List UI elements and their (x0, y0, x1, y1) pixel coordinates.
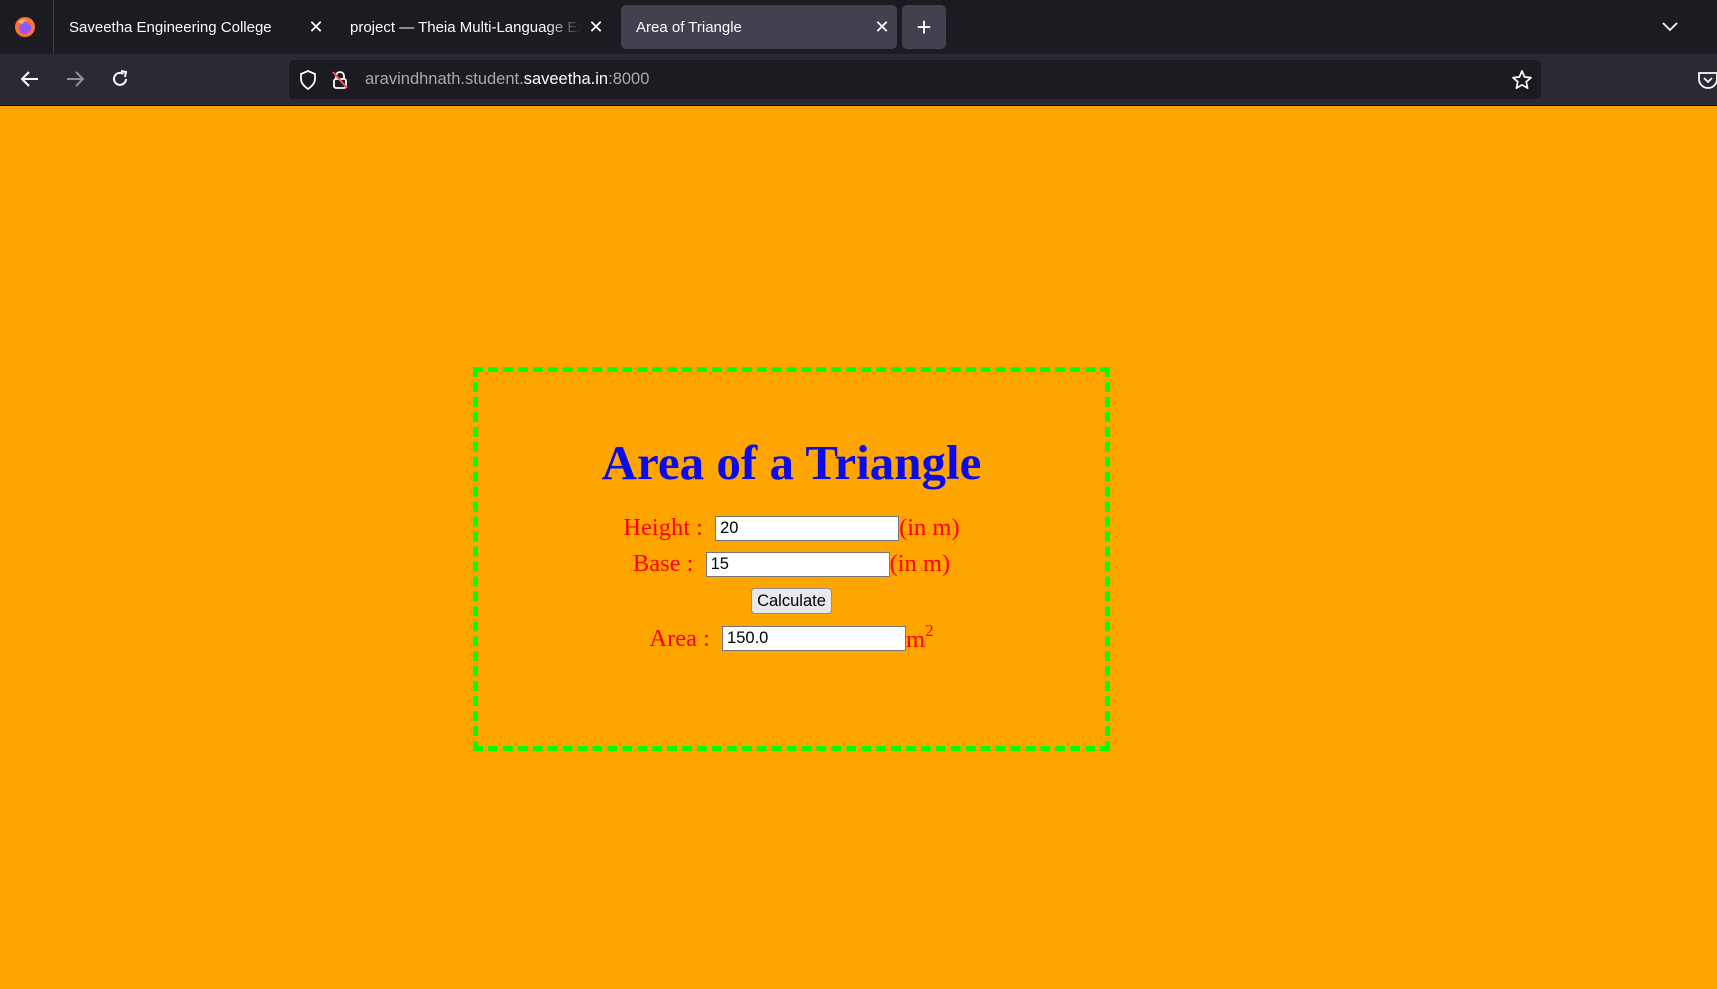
url-bar[interactable]: aravindhnath.student.saveetha.in:8000 (289, 60, 1541, 99)
tab-title: project — Theia Multi-Language Ex (350, 18, 581, 36)
forward-icon[interactable] (58, 62, 92, 96)
calculator-box: Area of a Triangle Height : (in m) Base … (473, 367, 1110, 751)
button-row: Calculate (478, 588, 1105, 614)
close-icon[interactable]: ✕ (581, 12, 611, 42)
base-label: Base : (632, 550, 700, 577)
area-output[interactable] (722, 626, 907, 652)
height-input[interactable] (715, 515, 900, 541)
area-row: Area : m2 (478, 621, 1105, 654)
url-prefix: aravindhnath.student. (365, 70, 524, 88)
tab-area-of-triangle[interactable]: Area of Triangle ✕ (621, 5, 897, 49)
firefox-logo-icon[interactable] (14, 16, 36, 38)
insecure-lock-icon[interactable] (329, 69, 351, 91)
area-unit-base: m (906, 626, 926, 654)
base-unit: (in m) (889, 550, 951, 577)
close-icon[interactable]: ✕ (301, 12, 331, 42)
calculate-button[interactable]: Calculate (751, 588, 832, 614)
back-icon[interactable] (13, 62, 47, 96)
base-input[interactable] (705, 551, 890, 577)
close-icon[interactable]: ✕ (867, 12, 897, 42)
navigation-toolbar: aravindhnath.student.saveetha.in:8000 (0, 54, 1717, 106)
height-unit: (in m) (899, 514, 960, 541)
new-tab-button[interactable]: + (902, 5, 946, 49)
area-unit: m2 (906, 621, 934, 654)
url-host: saveetha.in (523, 70, 609, 88)
tab-title: Area of Triangle (636, 18, 742, 36)
tab-list-icon[interactable] (1655, 12, 1685, 42)
url-text[interactable]: aravindhnath.student.saveetha.in:8000 (365, 70, 649, 89)
pocket-icon[interactable] (1697, 69, 1717, 91)
page-content: Area of a Triangle Height : (in m) Base … (0, 106, 1717, 989)
url-port: :8000 (608, 70, 650, 88)
shield-icon[interactable] (297, 69, 319, 91)
height-row: Height : (in m) (478, 514, 1105, 542)
reload-icon[interactable] (103, 62, 137, 96)
tab-saveetha[interactable]: Saveetha Engineering College ✕ (54, 5, 331, 49)
area-unit-power: 2 (925, 621, 934, 640)
tab-title: Saveetha Engineering College (69, 18, 272, 36)
page-title: Area of a Triangle (601, 435, 982, 490)
base-row: Base : (in m) (478, 550, 1105, 578)
height-label: Height : (623, 514, 710, 541)
tab-bar: Saveetha Engineering College ✕ project —… (0, 0, 1717, 54)
bookmark-star-icon[interactable] (1510, 68, 1534, 92)
area-label: Area : (649, 624, 717, 652)
tab-theia-project[interactable]: project — Theia Multi-Language Ex ✕ (335, 5, 611, 49)
